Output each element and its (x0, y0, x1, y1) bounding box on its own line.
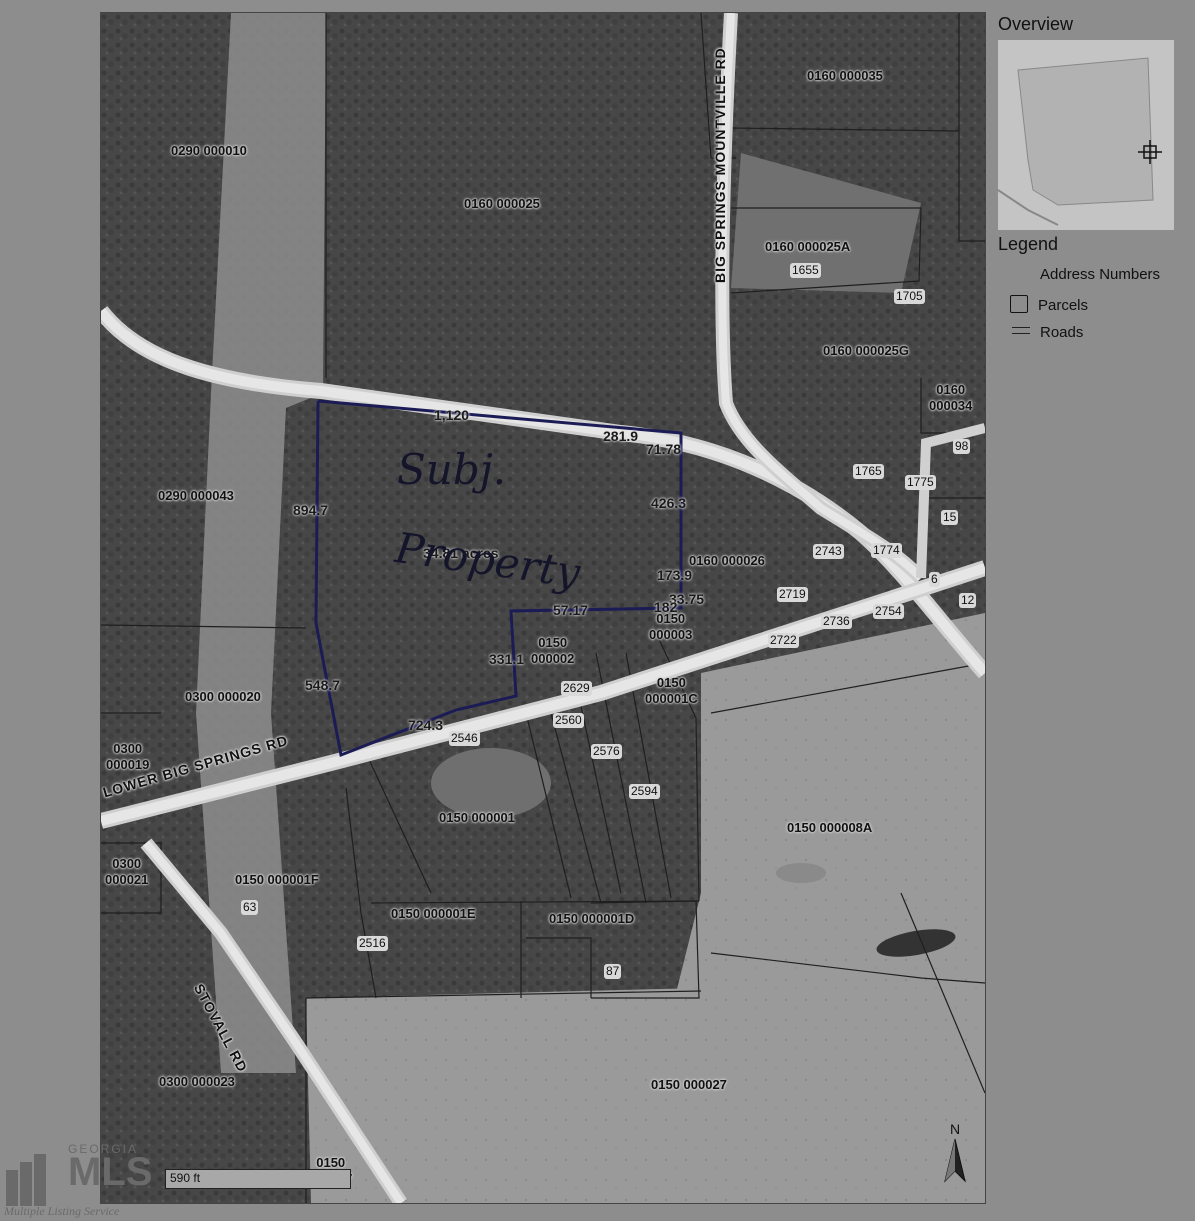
parcel-label: 0290 000043 (158, 488, 234, 503)
watermark-bottom: Multiple Listing Service (4, 1204, 120, 1218)
parcel-label: 0300 000023 (159, 1074, 235, 1089)
parcel-label: 0300 000020 (185, 689, 261, 704)
parcel-label: 0300 000021 (105, 856, 149, 887)
north-arrow-shape (944, 1138, 966, 1183)
parcel-label: 0150 000001C (645, 675, 698, 706)
address-number: 2516 (357, 936, 388, 951)
parcel-label: 0160 000035 (807, 68, 883, 83)
address-number: 1775 (905, 475, 936, 490)
boundary-measurement: 331.1 (489, 651, 525, 667)
legend-item-address-numbers: Address Numbers (1040, 266, 1160, 283)
parcel-label: 0150 000027 (651, 1077, 727, 1092)
parcel-label: 0160 000034 (929, 382, 973, 413)
address-number: 1774 (871, 543, 902, 558)
mls-logo-mark-icon (6, 1154, 46, 1206)
overview-title: Overview (998, 14, 1074, 34)
handwritten-subj: Subj. (397, 445, 507, 494)
address-number: 1655 (790, 263, 821, 278)
address-number: 2722 (768, 633, 799, 648)
parcel-label: 0160 000025A (765, 239, 851, 254)
address-number: 1705 (894, 289, 925, 304)
boundary-measurement: 182 (654, 599, 678, 615)
parcel-label: 0160 000025 (464, 196, 540, 211)
address-number: 2576 (591, 744, 622, 759)
legend-label: Parcels (1038, 297, 1089, 314)
parcel-label: 0290 000010 (171, 143, 247, 158)
parcel-label: 0300 000019 (106, 741, 150, 772)
parcel-label: 0150 000001F (235, 872, 319, 887)
parcel-label: 0150 000001D (549, 911, 635, 926)
address-number: 87 (604, 964, 622, 979)
address-number: 2719 (777, 587, 808, 602)
address-number: 2629 (561, 681, 592, 696)
overview-map[interactable] (997, 40, 1174, 230)
boundary-measurement: 57.17 (553, 602, 589, 618)
parcel-box-icon (1010, 295, 1028, 313)
scale-bar: 590 ft (165, 1169, 351, 1189)
address-number: 2546 (449, 731, 480, 746)
north-label: N (949, 1121, 961, 1137)
parcel-label: 0160 000026 (689, 553, 765, 568)
georgia-mls-logo: GEORGIA MLS Multiple Listing Service (4, 1140, 164, 1220)
boundary-measurement: 281.9 (603, 428, 639, 444)
overview-map-graphic (997, 40, 1174, 230)
address-number: 2594 (629, 784, 660, 799)
address-number: 15 (941, 510, 959, 525)
legend-item-roads: Roads (1012, 324, 1083, 341)
parcel-label: 0150 000001E (391, 906, 476, 921)
address-number: 98 (953, 439, 971, 454)
scale-label: 590 ft (170, 1171, 201, 1185)
address-number: 2743 (813, 544, 844, 559)
address-number: 63 (241, 900, 259, 915)
legend-title: Legend (998, 234, 1059, 254)
legend-item-parcels: Parcels (1010, 295, 1088, 314)
legend-label: Roads (1040, 324, 1084, 341)
map-view[interactable]: 0290 000010 0160 000025 0160 000035 0160… (100, 12, 986, 1204)
boundary-measurement: 894.7 (293, 502, 329, 518)
boundary-measurement: 548.7 (305, 677, 341, 693)
watermark-main: MLS (68, 1150, 153, 1194)
address-number: 2736 (821, 614, 852, 629)
boundary-measurement: 724.3 (408, 717, 444, 733)
road-line-icon (1012, 327, 1030, 334)
address-number: 6 (929, 572, 940, 587)
boundary-measurement: 71.78 (646, 441, 682, 457)
boundary-measurement: 426.3 (651, 495, 687, 511)
north-arrow-icon: N (943, 1121, 967, 1191)
boundary-measurement: 173.9 (657, 567, 693, 583)
address-number: 2754 (873, 604, 904, 619)
road-label-big-springs-mountville: BIG SPRINGS MOUNTVILLE RD (712, 47, 728, 283)
parcel-label: 0150 000008A (787, 820, 873, 835)
aerial-imagery (101, 13, 985, 1203)
parcel-label: 0160 000025G (823, 343, 910, 358)
parcel-label: 0150 000002 (531, 635, 575, 666)
boundary-measurement: 1,120 (434, 407, 470, 423)
address-number: 12 (959, 593, 977, 608)
address-number: 1765 (853, 464, 884, 479)
legend-label: Address Numbers (1040, 266, 1161, 283)
address-number: 2560 (553, 713, 584, 728)
parcel-label: 0150 000003 (649, 611, 693, 642)
parcel-label: 0150 000001 (439, 810, 515, 825)
